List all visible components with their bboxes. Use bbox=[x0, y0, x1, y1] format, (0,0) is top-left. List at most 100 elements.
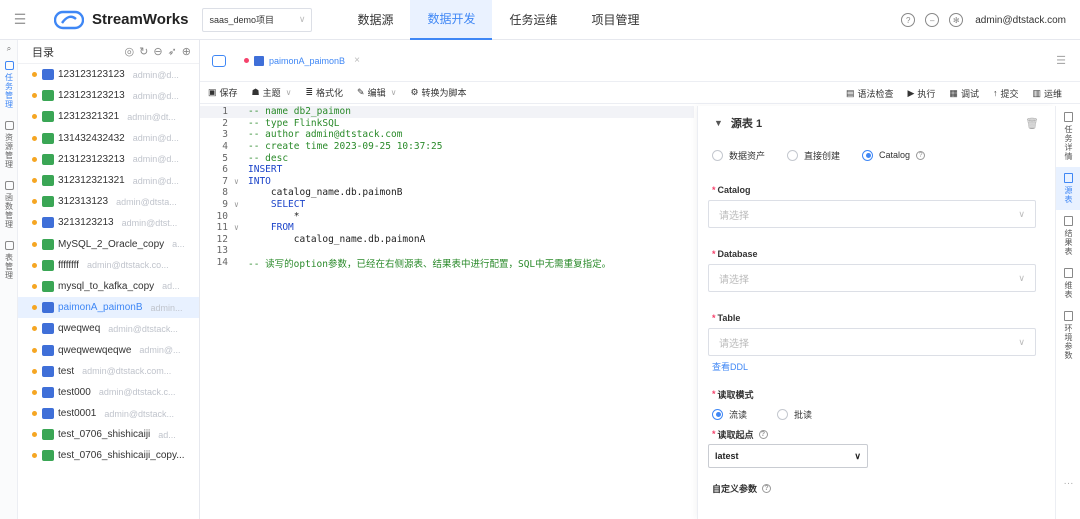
flink-task-icon bbox=[42, 132, 54, 144]
tree-item[interactable]: paimonA_paimonB admin... bbox=[18, 297, 199, 319]
tree-item[interactable]: test_0706_shishicaiji_copy... bbox=[18, 445, 199, 466]
fold-toggle-icon[interactable]: ∨ bbox=[234, 200, 248, 209]
tree-item[interactable]: mysql_to_kafka_copy ad... bbox=[18, 276, 199, 297]
catalog-select[interactable]: 请选择 ∨ bbox=[708, 200, 1036, 228]
nav-project-manage[interactable]: 项目管理 bbox=[574, 0, 656, 40]
send-icon[interactable]: ➶ bbox=[168, 45, 177, 58]
gear-icon[interactable]: ✻ bbox=[949, 13, 964, 27]
help-icon[interactable]: ? bbox=[762, 483, 772, 493]
rtab-env-params[interactable]: 环境参数 bbox=[1056, 305, 1080, 366]
flink-task-icon bbox=[42, 450, 54, 462]
more-icon[interactable]: ··· bbox=[1056, 478, 1080, 489]
chevron-down-icon: ∨ bbox=[1018, 272, 1025, 283]
app-logo[interactable]: StreamWorks bbox=[53, 9, 188, 31]
home-icon[interactable] bbox=[212, 54, 226, 67]
run-button[interactable]: ▶ 执行 bbox=[907, 87, 935, 100]
rail-item-task[interactable]: 任务管理 bbox=[0, 61, 18, 109]
chevron-down-icon: ∨ bbox=[285, 88, 292, 97]
syntax-check-button[interactable]: ▤ 语法检查 bbox=[846, 87, 894, 100]
save-button[interactable]: ▣ 保存 bbox=[208, 86, 238, 99]
tree-item[interactable]: 312313123 admin@dtsta... bbox=[18, 191, 199, 212]
code-line: 12 catalog_name.db.paimonA bbox=[200, 234, 694, 246]
fold-toggle-icon[interactable]: ∨ bbox=[234, 223, 248, 232]
tree-item[interactable]: test0001 admin@dtstack... bbox=[18, 403, 199, 424]
radio-direct-create[interactable]: 直接创建 bbox=[787, 149, 840, 162]
file-tab-label: paimonA_paimonB bbox=[269, 55, 346, 66]
tree-item[interactable]: ffffffff admin@dtstack.co... bbox=[18, 255, 199, 276]
tree-item[interactable]: 12312321321 admin@dt... bbox=[18, 106, 199, 127]
start-point-select[interactable]: latest ∨ bbox=[708, 444, 868, 468]
help-icon[interactable]: ? bbox=[758, 429, 768, 439]
database-select[interactable]: 请选择 ∨ bbox=[708, 264, 1036, 292]
table-icon bbox=[4, 241, 14, 250]
radio-label: 批读 bbox=[794, 409, 813, 420]
code-line: 7 ∨ INTO bbox=[200, 176, 694, 188]
nav-task-ops[interactable]: 任务运维 bbox=[492, 0, 574, 40]
tree-item[interactable]: test000 admin@dtstack.c... bbox=[18, 382, 199, 403]
tree-item[interactable]: 3213123213 admin@dtst... bbox=[18, 212, 199, 233]
rtab-result-table[interactable]: 结果表 bbox=[1056, 210, 1080, 262]
rail-item-table[interactable]: 表管理 bbox=[0, 241, 18, 280]
status-dot-icon bbox=[32, 305, 37, 311]
add-icon[interactable]: ⊕ bbox=[182, 45, 191, 58]
nav-datasource[interactable]: 数据源 bbox=[340, 0, 410, 40]
fold-toggle-icon[interactable]: ∨ bbox=[234, 177, 248, 186]
flink-task-icon bbox=[42, 280, 54, 292]
submit-button[interactable]: ↑ 提交 bbox=[993, 87, 1019, 100]
syntax-check-label: 语法检查 bbox=[857, 88, 894, 99]
radio-batch-read[interactable]: 批读 bbox=[777, 408, 812, 421]
tree-item[interactable]: 312312321321 admin@d... bbox=[18, 170, 199, 191]
tree-item[interactable]: MySQL_2_Oracle_copy a... bbox=[18, 234, 199, 255]
locate-icon[interactable]: ◎ bbox=[125, 45, 135, 58]
tree-item-name: 131432432432 bbox=[58, 132, 125, 144]
tree-item[interactable]: 131432432432 admin@d... bbox=[18, 128, 199, 149]
rtab-task-detail[interactable]: 任务详情 bbox=[1056, 106, 1080, 167]
tree-item[interactable]: qweqwewqeqwe admin@... bbox=[18, 339, 199, 360]
debug-button[interactable]: ▦ 调试 bbox=[949, 87, 979, 100]
help-icon[interactable]: ? bbox=[901, 13, 916, 27]
line-number: 11 bbox=[216, 222, 228, 234]
rtab-source-table[interactable]: 源表 bbox=[1056, 167, 1080, 210]
tab-menu-icon[interactable]: ☰ bbox=[1056, 54, 1066, 67]
radio-stream-read[interactable]: 流读 bbox=[712, 408, 747, 421]
message-icon[interactable]: – bbox=[925, 13, 940, 27]
search-icon[interactable]: ⌕ bbox=[0, 40, 18, 53]
convert-script-button[interactable]: ⚙ 转换为脚本 bbox=[410, 86, 466, 99]
tree-item[interactable]: test admin@dtstack.com... bbox=[18, 361, 199, 382]
user-account[interactable]: admin@dtstack.com bbox=[975, 15, 1066, 26]
rtab-label: 源表 bbox=[1064, 186, 1073, 204]
nav-data-develop[interactable]: 数据开发 bbox=[410, 0, 493, 40]
radio-data-asset[interactable]: 数据资产 bbox=[712, 149, 765, 162]
rail-item-function[interactable]: 函数管理 bbox=[0, 181, 18, 229]
read-mode-radios: 流读 批读 bbox=[698, 404, 1055, 424]
tree-item[interactable]: 213123123213 admin@d... bbox=[18, 149, 199, 170]
collapse-icon[interactable]: ⊖ bbox=[153, 45, 162, 58]
file-tab[interactable]: paimonA_paimonB × bbox=[236, 49, 368, 73]
editor-toolbar: ▣ 保存 ☗ 主题 ∨ ≣ 格式化 ✎ 编辑 ∨ ⚙ 转换为脚本 ▤ 语法检查 ▶ 执行 ▦ 调试 … bbox=[200, 82, 1080, 104]
rtab-dim-table[interactable]: 维表 bbox=[1056, 262, 1080, 305]
ops-button[interactable]: ▥ 运维 bbox=[1032, 87, 1062, 100]
theme-button[interactable]: ☗ 主题 ∨ bbox=[252, 86, 292, 99]
project-select[interactable]: saas_demo项目 ∨ bbox=[202, 7, 313, 32]
menu-icon[interactable]: ☰ bbox=[0, 0, 40, 40]
close-icon[interactable]: × bbox=[354, 55, 360, 66]
tree-item-owner: admin@... bbox=[139, 345, 181, 356]
tree-item[interactable]: test_0706_shishicaiji ad... bbox=[18, 424, 199, 445]
main-nav: 数据源 数据开发 任务运维 项目管理 bbox=[340, 0, 656, 40]
rail-item-resource[interactable]: 资源管理 bbox=[0, 121, 18, 169]
code-editor[interactable]: 1 -- name db2_paimon 2 -- type FlinkSQL 3 -- … bbox=[200, 106, 694, 519]
view-ddl-link[interactable]: 查看DDL bbox=[698, 356, 1055, 376]
help-icon[interactable]: ? bbox=[916, 150, 926, 160]
function-icon bbox=[4, 181, 14, 190]
edit-button[interactable]: ✎ 编辑 ∨ bbox=[357, 86, 396, 99]
radio-catalog[interactable]: Catalog? bbox=[862, 149, 926, 161]
tree-item[interactable]: qweqweq admin@dtstack... bbox=[18, 318, 199, 339]
source-table-header[interactable]: ▼ 源表 1 🗑 bbox=[698, 106, 1055, 140]
format-button[interactable]: ≣ 格式化 bbox=[305, 86, 343, 99]
tree-item[interactable]: 123123123213 admin@d... bbox=[18, 85, 199, 106]
table-select[interactable]: 请选择 ∨ bbox=[708, 328, 1036, 356]
trash-icon[interactable]: 🗑 bbox=[1025, 117, 1039, 130]
status-dot-icon bbox=[32, 156, 37, 162]
refresh-icon[interactable]: ↻ bbox=[139, 45, 148, 58]
tree-item[interactable]: 123123123123 admin@d... bbox=[18, 64, 199, 85]
